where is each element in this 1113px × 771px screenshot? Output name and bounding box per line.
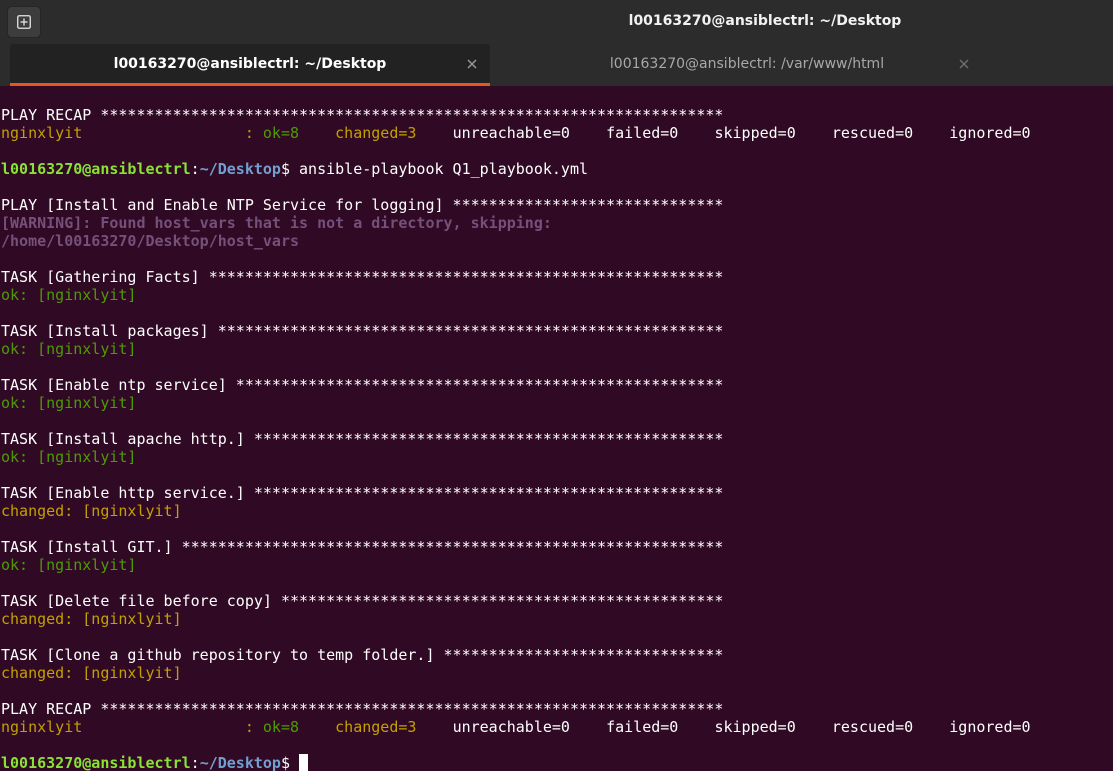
task-result: ok: [nginxlyit] [1, 394, 137, 412]
task-result: changed: [nginxlyit] [1, 664, 182, 682]
terminal-output[interactable]: PLAY RECAP *****************************… [0, 86, 1113, 771]
terminal-window: l00163270@ansiblectrl: ~/Desktop l001632… [0, 0, 1113, 771]
recap-ok: ok=8 [262, 124, 300, 142]
task-header: TASK [Install apache http.] ************… [1, 430, 724, 448]
task-result: ok: [nginxlyit] [1, 286, 137, 304]
prompt-user: l00163270@ansiblectrl [1, 160, 191, 178]
warning-line: [WARNING]: Found host_vars that is not a… [1, 214, 552, 232]
recap-header: PLAY RECAP *****************************… [1, 106, 724, 124]
command-text: ansible-playbook Q1_playbook.yml [299, 160, 589, 178]
prompt-separator: : [190, 754, 200, 771]
new-tab-icon [17, 15, 31, 29]
recap-ok: ok=8 [262, 718, 300, 736]
play-header: PLAY [Install and Enable NTP Service for… [1, 196, 724, 214]
close-icon [959, 59, 969, 69]
tab-label: l00163270@ansiblectrl: ~/Desktop [113, 56, 387, 72]
task-header: TASK [Install GIT.] ********************… [1, 538, 724, 556]
close-icon [467, 59, 477, 69]
recap-host: nginxlyit : [1, 718, 263, 736]
tab-bar: l00163270@ansiblectrl: ~/Desktop l001632… [0, 44, 1113, 86]
task-result: changed: [nginxlyit] [1, 502, 182, 520]
task-header: TASK [Install packages] ****************… [1, 322, 724, 340]
recap-changed: changed=3 [335, 124, 417, 142]
text-cursor [299, 754, 308, 771]
tab-desktop[interactable]: l00163270@ansiblectrl: ~/Desktop [10, 44, 490, 86]
task-header: TASK [Clone a github repository to temp … [1, 646, 724, 664]
recap-row: nginxlyit : ok=8 changed=3 unreachable=0… [1, 718, 1031, 736]
recap-changed: changed=3 [335, 718, 417, 736]
title-bar: l00163270@ansiblectrl: ~/Desktop [0, 0, 1113, 44]
close-tab-button[interactable] [957, 57, 971, 71]
task-result: changed: [nginxlyit] [1, 610, 182, 628]
task-result: ok: [nginxlyit] [1, 556, 137, 574]
recap-host: nginxlyit : [1, 124, 263, 142]
prompt-path: ~/Desktop [199, 160, 281, 178]
prompt-user: l00163270@ansiblectrl [1, 754, 191, 771]
tab-var-www-html[interactable]: l00163270@ansiblectrl: /var/www/html [502, 44, 992, 86]
warning-path: /home/l00163270/Desktop/host_vars [1, 232, 300, 250]
recap-rest: unreachable=0 failed=0 skipped=0 rescued… [452, 718, 1031, 736]
task-header: TASK [Enable http service.] ************… [1, 484, 724, 502]
prompt-path: ~/Desktop [199, 754, 281, 771]
prompt-separator: : [190, 160, 200, 178]
window-title: l00163270@ansiblectrl: ~/Desktop [628, 13, 902, 29]
tab-label: l00163270@ansiblectrl: /var/www/html [609, 56, 885, 72]
prompt-symbol: $ [280, 160, 300, 178]
task-result: ok: [nginxlyit] [1, 340, 137, 358]
prompt-line[interactable]: l00163270@ansiblectrl:~/Desktop$ [1, 754, 308, 771]
prompt-symbol: $ [280, 754, 290, 771]
recap-rest: unreachable=0 failed=0 skipped=0 rescued… [452, 124, 1031, 142]
task-header: TASK [Enable ntp service] **************… [1, 376, 724, 394]
prompt-line: l00163270@ansiblectrl:~/Desktop$ ansible… [1, 160, 588, 178]
new-tab-button[interactable] [7, 6, 41, 38]
close-tab-button[interactable] [465, 57, 479, 71]
recap-header: PLAY RECAP *****************************… [1, 700, 724, 718]
recap-row: nginxlyit : ok=8 changed=3 unreachable=0… [1, 124, 1031, 142]
task-header: TASK [Delete file before copy] *********… [1, 592, 724, 610]
task-result: ok: [nginxlyit] [1, 448, 137, 466]
task-header: TASK [Gathering Facts] *****************… [1, 268, 724, 286]
